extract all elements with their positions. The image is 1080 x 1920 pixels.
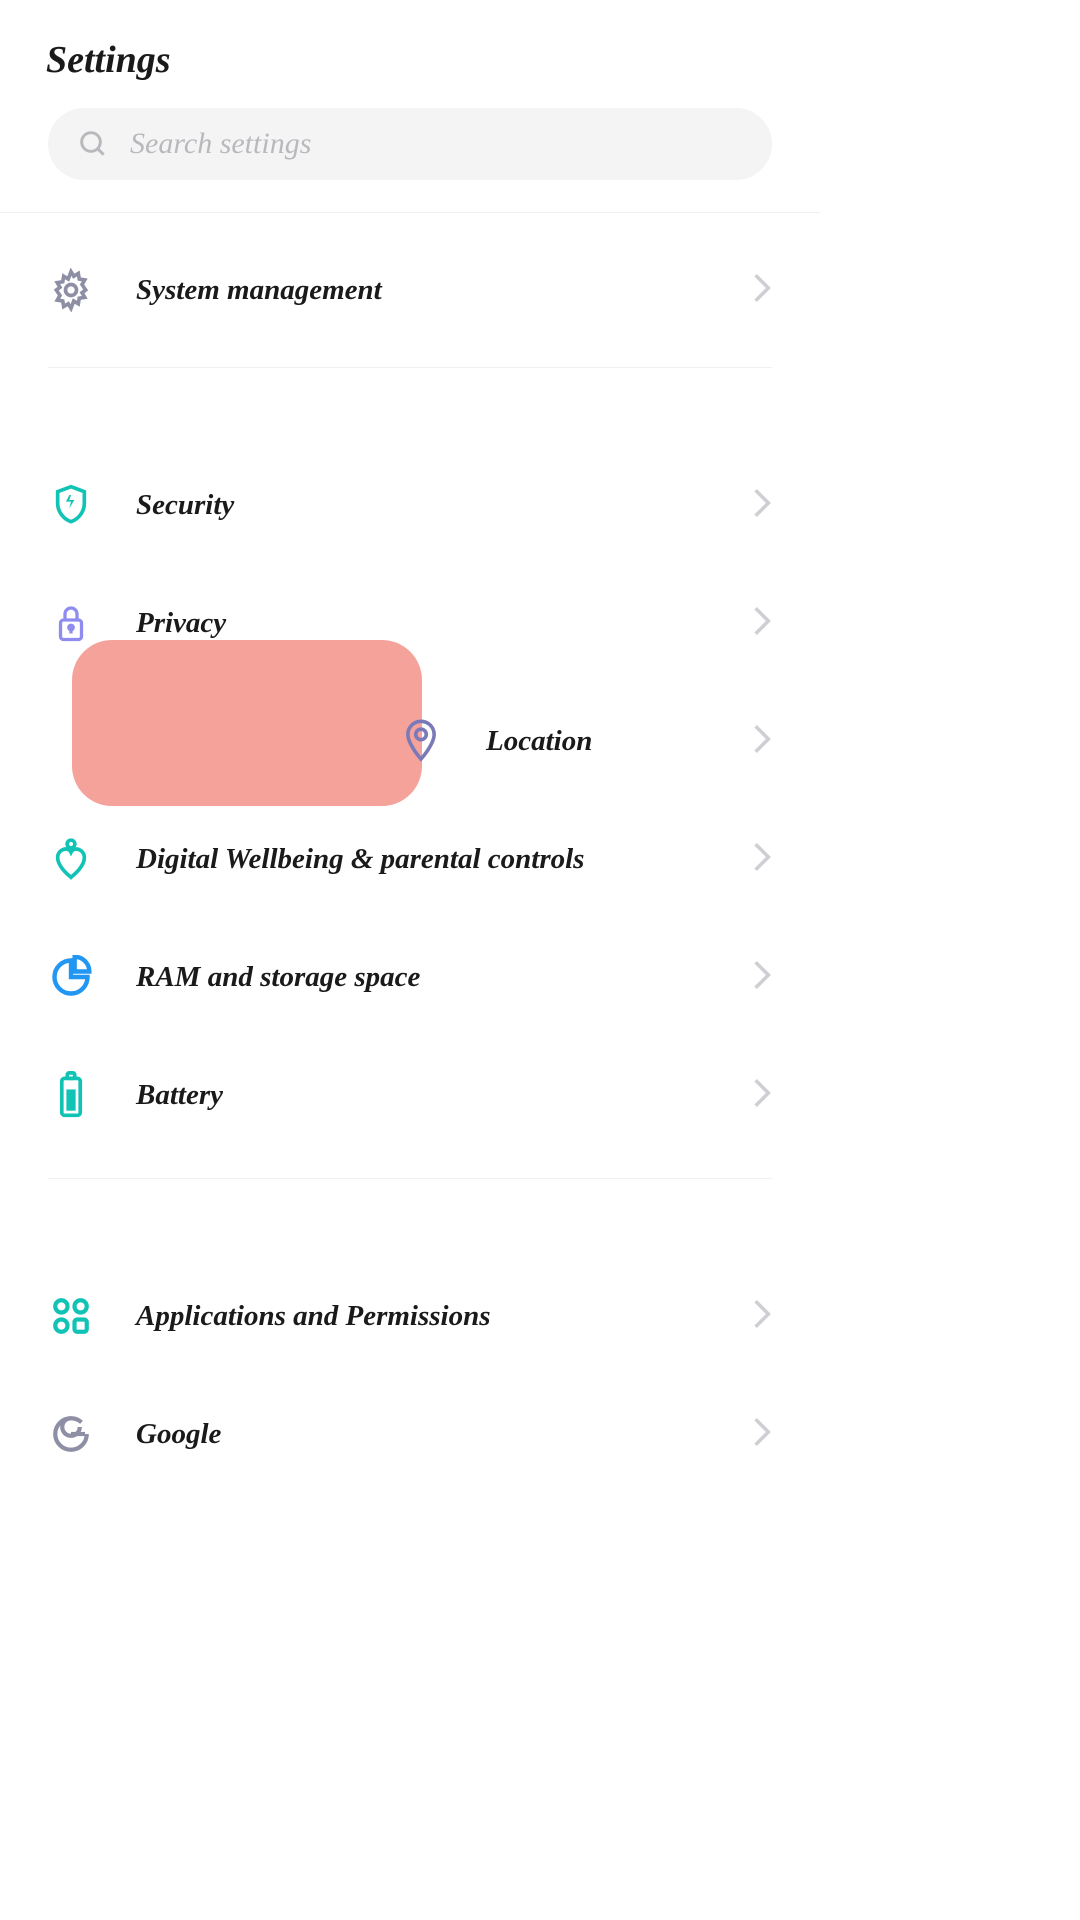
item-applications-permissions[interactable]: Applications and Permissions <box>0 1257 820 1375</box>
item-label: Digital Wellbeing & parental controls <box>136 843 752 876</box>
section-system: System management <box>0 213 820 367</box>
item-label: Security <box>136 489 752 522</box>
chevron-right-icon <box>752 1077 772 1114</box>
chevron-right-icon <box>752 605 772 642</box>
item-label: Google <box>136 1418 752 1451</box>
item-battery[interactable]: Battery <box>0 1036 820 1154</box>
item-location[interactable]: Location <box>0 682 820 800</box>
search-input[interactable] <box>130 127 750 161</box>
heart-person-icon <box>48 836 94 882</box>
chevron-right-icon <box>752 1416 772 1453</box>
chevron-right-icon <box>752 487 772 524</box>
item-digital-wellbeing[interactable]: Digital Wellbeing & parental controls <box>0 800 820 918</box>
item-label: Privacy <box>136 607 752 640</box>
google-icon <box>48 1411 94 1457</box>
search-icon <box>70 121 116 167</box>
item-ram-storage[interactable]: RAM and storage space <box>0 918 820 1036</box>
pie-chart-icon <box>48 954 94 1000</box>
lock-icon <box>48 600 94 646</box>
chevron-right-icon <box>752 959 772 996</box>
item-security[interactable]: Security <box>0 446 820 564</box>
item-label: System management <box>136 274 752 307</box>
location-pin-icon <box>398 718 444 764</box>
chevron-right-icon <box>752 1298 772 1335</box>
item-label: Applications and Permissions <box>136 1300 752 1333</box>
page-header: Settings <box>0 0 820 108</box>
section-apps: Applications and Permissions Google <box>0 1257 820 1493</box>
search-bar[interactable] <box>48 108 772 180</box>
item-label: Location <box>486 725 752 758</box>
gear-icon <box>48 267 94 313</box>
chevron-right-icon <box>752 841 772 878</box>
section-privacy-security: Security Privacy Location <box>0 446 820 1154</box>
item-google[interactable]: Google <box>0 1375 820 1493</box>
item-system-management[interactable]: System management <box>0 231 820 349</box>
shield-icon <box>48 482 94 528</box>
chevron-right-icon <box>752 272 772 309</box>
search-container <box>0 108 820 212</box>
page-title: Settings <box>46 38 774 82</box>
highlight-overlay <box>72 640 422 806</box>
apps-grid-icon <box>48 1293 94 1339</box>
item-label: RAM and storage space <box>136 961 752 994</box>
chevron-right-icon <box>752 723 772 760</box>
battery-icon <box>48 1072 94 1118</box>
item-label: Battery <box>136 1079 752 1112</box>
